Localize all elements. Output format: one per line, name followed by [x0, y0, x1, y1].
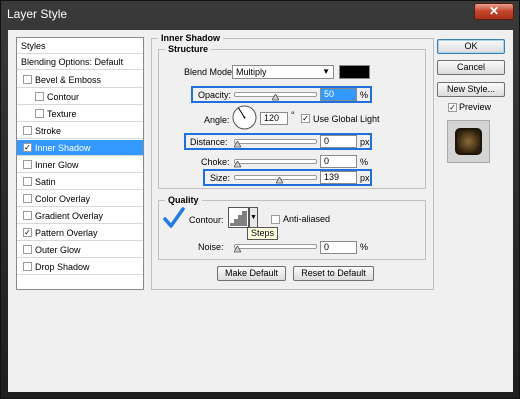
opacity-slider-thumb[interactable]: [272, 94, 279, 101]
style-item-label: Gradient Overlay: [35, 211, 104, 221]
style-item-checkbox[interactable]: [23, 75, 32, 84]
quality-group: Quality Contour: ▼ Steps Anti-aliased No…: [158, 195, 426, 260]
angle-unit: °: [291, 110, 295, 120]
close-button[interactable]: ✕: [474, 3, 514, 20]
size-unit: px: [360, 173, 370, 183]
structure-group: Structure Blend Mode: Multiply ▼ Opacity…: [158, 44, 426, 189]
style-item[interactable]: Inner Glow: [17, 157, 143, 173]
contour-label: Contour:: [189, 215, 224, 225]
choke-unit: %: [360, 157, 369, 167]
quality-title: Quality: [165, 195, 202, 205]
style-item-label: Bevel & Emboss: [35, 75, 102, 85]
blend-mode-dropdown[interactable]: Multiply ▼: [232, 65, 334, 79]
style-item-checkbox[interactable]: ✓: [23, 143, 32, 152]
style-item-checkbox[interactable]: [23, 194, 32, 203]
style-item-checkbox[interactable]: [35, 92, 44, 101]
blend-mode-value: Multiply: [236, 67, 267, 77]
style-item-checkbox[interactable]: [23, 211, 32, 220]
size-input[interactable]: 139: [320, 171, 357, 184]
distance-unit: px: [360, 137, 370, 147]
style-item[interactable]: Drop Shadow: [17, 259, 143, 275]
style-item-label: Texture: [47, 109, 77, 119]
style-item-label: Satin: [35, 177, 56, 187]
style-item-checkbox[interactable]: [23, 126, 32, 135]
section-title: Inner Shadow: [158, 33, 224, 43]
blend-mode-label: Blend Mode:: [184, 67, 235, 77]
opacity-input[interactable]: 50: [320, 88, 357, 101]
style-item-label: Inner Glow: [35, 160, 79, 170]
style-item[interactable]: Color Overlay: [17, 191, 143, 207]
style-item[interactable]: Gradient Overlay: [17, 208, 143, 224]
angle-label: Angle:: [204, 115, 230, 125]
style-item-checkbox[interactable]: [23, 262, 32, 271]
style-item[interactable]: ✓ Inner Shadow: [17, 140, 143, 156]
style-item-label: Stroke: [35, 126, 62, 136]
checkmark-icon: [163, 207, 185, 229]
contour-picker[interactable]: [228, 207, 249, 228]
distance-slider[interactable]: [234, 139, 317, 144]
title-bar[interactable]: Layer Style ✕: [1, 1, 520, 27]
style-item-checkbox[interactable]: [23, 160, 32, 169]
style-item[interactable]: Satin: [17, 174, 143, 190]
chevron-down-icon: ▼: [322, 67, 330, 76]
choke-label: Choke:: [201, 157, 230, 167]
style-item-label: Color Overlay: [35, 194, 91, 204]
style-item-label: Pattern Overlay: [35, 228, 98, 238]
dialog-client: Styles Blending Options: Default Bevel &…: [8, 30, 513, 392]
opacity-unit: %: [360, 90, 369, 100]
structure-title: Structure: [165, 44, 212, 54]
preview-label: Preview: [459, 102, 492, 112]
preview-thumbnail: [447, 120, 490, 163]
noise-slider[interactable]: [234, 244, 317, 249]
angle-dial[interactable]: [232, 105, 257, 130]
style-item-label: Inner Shadow: [35, 143, 91, 153]
anti-aliased-label: Anti-aliased: [283, 214, 331, 224]
reset-to-default-button[interactable]: Reset to Default: [293, 266, 374, 281]
opacity-label: Opacity:: [198, 90, 232, 100]
use-global-light-label: Use Global Light: [313, 114, 380, 124]
style-item-checkbox[interactable]: [23, 245, 32, 254]
blend-color-swatch[interactable]: [339, 65, 370, 79]
style-item-label: Contour: [47, 92, 80, 102]
angle-input[interactable]: 120: [260, 112, 288, 125]
style-item[interactable]: ✓ Pattern Overlay: [17, 225, 143, 241]
preview-checkbox[interactable]: ✓: [448, 103, 457, 112]
style-item[interactable]: Outer Glow: [17, 242, 143, 258]
style-item[interactable]: Stroke: [17, 123, 143, 139]
noise-label: Noise:: [198, 242, 224, 252]
style-item-checkbox[interactable]: ✓: [23, 228, 32, 237]
size-label: Size:: [210, 173, 231, 183]
steps-tooltip: Steps: [247, 227, 279, 240]
styles-list: Styles Blending Options: Default Bevel &…: [16, 37, 144, 290]
distance-slider-thumb[interactable]: [234, 141, 241, 148]
style-item[interactable]: Texture: [17, 106, 143, 122]
noise-slider-thumb[interactable]: [234, 246, 241, 253]
style-item-checkbox[interactable]: [35, 109, 44, 118]
style-item-label: Drop Shadow: [35, 262, 90, 272]
style-item[interactable]: Bevel & Emboss: [17, 72, 143, 88]
layer-style-dialog: Layer Style ✕ Styles Blending Options: D…: [0, 0, 520, 399]
cancel-button[interactable]: Cancel: [437, 60, 505, 75]
choke-slider-thumb[interactable]: [234, 161, 241, 168]
distance-input[interactable]: 0: [320, 135, 357, 148]
style-item[interactable]: Contour: [17, 89, 143, 105]
style-item-checkbox[interactable]: [23, 177, 32, 186]
inner-shadow-group: Inner Shadow Structure Blend Mode: Multi…: [151, 33, 434, 290]
choke-slider[interactable]: [234, 159, 317, 164]
choke-input[interactable]: 0: [320, 155, 357, 168]
styles-header[interactable]: Styles: [17, 38, 143, 54]
size-slider-thumb[interactable]: [275, 177, 283, 184]
blending-options-item[interactable]: Blending Options: Default: [17, 54, 143, 70]
noise-unit: %: [360, 242, 369, 252]
ok-button[interactable]: OK: [437, 39, 505, 54]
window-title: Layer Style: [7, 7, 68, 21]
distance-label: Distance:: [190, 137, 228, 147]
anti-aliased-checkbox[interactable]: [271, 215, 280, 224]
new-style-button[interactable]: New Style...: [437, 82, 505, 97]
noise-input[interactable]: 0: [320, 241, 357, 254]
make-default-button[interactable]: Make Default: [217, 266, 286, 281]
contour-dropdown-arrow[interactable]: ▼: [249, 207, 258, 228]
use-global-light-checkbox[interactable]: ✓: [301, 114, 310, 123]
style-item-label: Outer Glow: [35, 245, 81, 255]
